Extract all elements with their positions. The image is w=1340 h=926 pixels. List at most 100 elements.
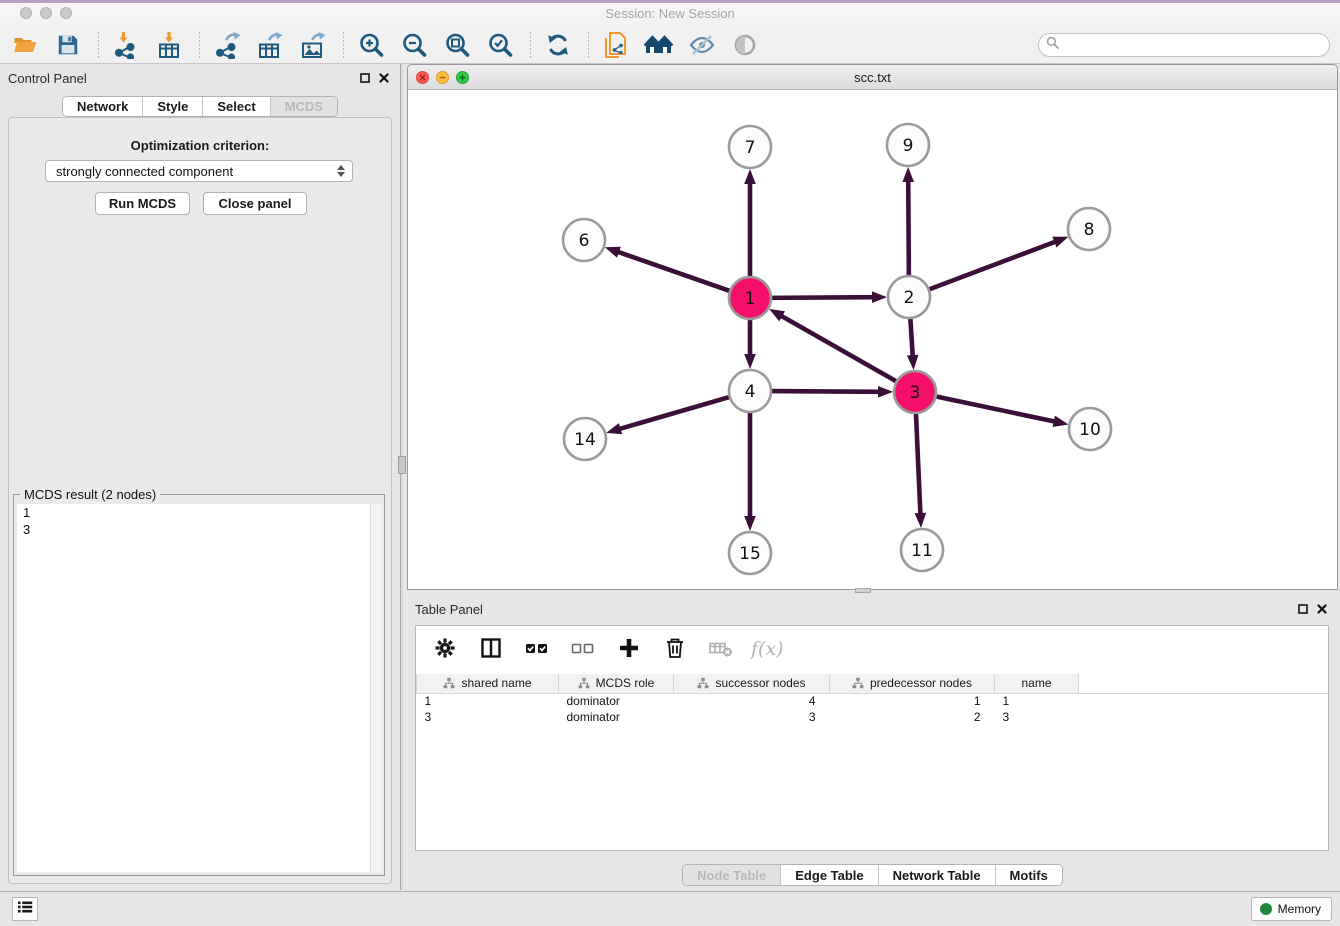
mcds-result-textarea[interactable]: 13 [17,504,381,872]
column-header-name[interactable]: name [995,674,1079,693]
result-scrollbar[interactable] [370,504,381,872]
network-window-titlebar[interactable]: scc.txt [408,65,1337,90]
select-all-rows-button[interactable] [520,633,554,663]
table-panel-close-icon[interactable] [1316,602,1328,620]
tab-network[interactable]: Network [63,97,143,116]
export-network-button[interactable] [210,30,244,60]
edge-4-14[interactable] [606,396,733,434]
edge-1-2[interactable] [768,291,887,303]
hide-graphics-details-button[interactable] [685,30,719,60]
node-8[interactable]: 8 [1068,208,1110,250]
node-9[interactable]: 9 [887,124,929,166]
node-label: 1 [745,289,756,309]
delete-column-button[interactable] [704,633,738,663]
vertical-splitter[interactable] [400,64,403,890]
table-cell[interactable]: 2 [830,709,995,725]
edge-1-7[interactable] [744,169,756,280]
export-image-button[interactable] [296,30,330,60]
table-cell[interactable]: 3 [995,709,1079,725]
node-1[interactable]: 1 [729,277,771,319]
table-cell[interactable]: 3 [674,709,830,725]
table-cell[interactable]: 3 [417,709,559,725]
node-7[interactable]: 7 [729,126,771,168]
toggle-columns-button[interactable] [474,633,508,663]
run-mcds-button[interactable]: Run MCDS [95,192,190,215]
import-table-button[interactable] [152,30,186,60]
export-table-button[interactable] [253,30,287,60]
node-15[interactable]: 15 [729,532,771,574]
edge-1-6[interactable] [605,247,733,292]
cyndex-home-button[interactable] [642,30,676,60]
task-history-button[interactable] [12,897,38,921]
edge-1-4[interactable] [744,316,756,369]
close-panel-button[interactable]: Close panel [203,192,307,215]
edge-2-3[interactable] [907,315,919,370]
tab-node-table[interactable]: Node Table [683,865,781,885]
node-11[interactable]: 11 [901,529,943,571]
table-cell[interactable]: 1 [995,693,1079,709]
table-cell[interactable]: 1 [830,693,995,709]
node-4[interactable]: 4 [729,370,771,412]
node-label: 7 [745,138,756,158]
tab-style[interactable]: Style [143,97,203,116]
node-10[interactable]: 10 [1069,408,1111,450]
splitter-grip[interactable] [398,456,406,474]
refresh-layout-icon [545,32,571,58]
table-cell[interactable]: 1 [417,693,559,709]
node-2[interactable]: 2 [888,276,930,318]
column-header-successor-nodes[interactable]: successor nodes [674,674,830,693]
search-field[interactable] [1038,33,1330,57]
zoom-in-icon [358,32,384,58]
table-cell[interactable]: dominator [559,693,674,709]
column-header-MCDS-role[interactable]: MCDS role [559,674,674,693]
function-builder-button[interactable]: f(x) [750,633,784,663]
search-input[interactable] [1063,36,1329,54]
tab-motifs[interactable]: Motifs [996,865,1062,885]
zoom-fit-button[interactable] [440,30,474,60]
node-14[interactable]: 14 [564,418,606,460]
memory-button[interactable]: Memory [1251,897,1332,921]
toolbar-separator [343,32,344,58]
table-panel-float-icon[interactable] [1297,602,1309,620]
arrowhead-icon [878,386,893,398]
refresh-layout-button[interactable] [541,30,575,60]
zoom-out-button[interactable] [397,30,431,60]
control-panel-float-icon[interactable] [359,71,371,89]
edge-2-8[interactable] [926,237,1069,291]
import-network-button[interactable] [109,30,143,60]
edge-3-1[interactable] [769,309,899,383]
edge-3-10[interactable] [933,396,1069,427]
edge-4-15[interactable] [744,409,756,531]
edge-2-9[interactable] [902,167,914,279]
zoom-in-button[interactable] [354,30,388,60]
node-6[interactable]: 6 [563,219,605,261]
add-row-button[interactable] [612,633,646,663]
column-header-predecessor-nodes[interactable]: predecessor nodes [830,674,995,693]
tab-select[interactable]: Select [203,97,270,116]
optimization-criterion-dropdown[interactable]: strongly connected component [45,160,353,182]
show-graphics-details-button[interactable] [728,30,762,60]
ndex-file-button[interactable] [599,30,633,60]
delete-rows-button[interactable] [658,633,692,663]
tab-edge-table[interactable]: Edge Table [781,865,878,885]
tab-mcds[interactable]: MCDS [271,97,337,116]
unselect-all-rows-button[interactable] [566,633,600,663]
table-cell[interactable]: 4 [674,693,830,709]
save-session-button[interactable] [51,30,85,60]
table-cell[interactable]: dominator [559,709,674,725]
column-header-shared-name[interactable]: shared name [417,674,559,693]
tab-network-table[interactable]: Network Table [879,865,996,885]
column-header-label: MCDS role [596,676,655,690]
table-row[interactable]: 3dominator323 [417,709,1329,725]
table-settings-button[interactable] [428,633,462,663]
open-session-button[interactable] [8,30,42,60]
network-canvas[interactable]: 7 9 6 8 1 2 4 3 14 10 15 11 [408,90,1337,589]
table-cell-filler [1079,709,1329,725]
edge-4-3[interactable] [768,386,893,398]
control-panel-close-icon[interactable] [378,71,390,89]
horizontal-splitter-grip[interactable] [855,588,871,593]
edge-3-11[interactable] [915,410,927,528]
node-3[interactable]: 3 [894,371,936,413]
zoom-selected-button[interactable] [483,30,517,60]
table-row[interactable]: 1dominator411 [417,693,1329,709]
